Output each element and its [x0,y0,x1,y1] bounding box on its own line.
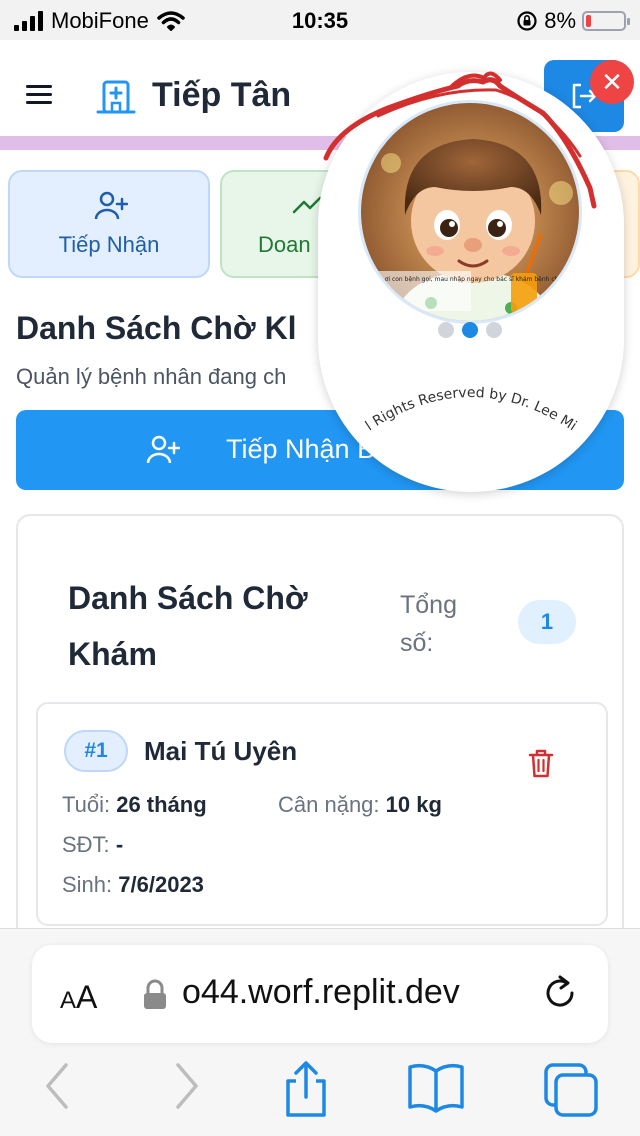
patient-card[interactable]: #1 Mai Tú Uyên Tuổi: 26 tháng Cân nặng: … [36,702,608,926]
weight-label: Cân nặng: [278,792,380,817]
trash-icon[interactable] [528,748,554,778]
card-title: Danh Sách Chờ Khám [68,580,308,672]
total-label: Tổng số: [400,591,457,657]
age-label: Tuổi: [62,792,111,817]
cartoon-boy-illustration: Bé ơi con bệnh gọi, mau nhập ngay cho bá… [361,103,579,321]
lock-icon [144,979,166,1009]
close-overlay-button[interactable]: ✕ [590,60,634,104]
queue-number-badge: #1 [64,730,128,772]
carousel-dots [438,322,502,338]
url-text: o44.worf.replit.dev [182,973,460,1011]
bookmarks-icon[interactable] [406,1061,466,1113]
orientation-lock-icon [517,11,537,31]
svg-text:l Rights Reserved by Dr. Lee M: l Rights Reserved by Dr. Lee Mi [363,385,580,434]
patient-phone: - [115,832,124,857]
page-subtitle: Quản lý bệnh nhân đang ch [16,364,287,389]
copyright-text: l Rights Reserved by Dr. Lee Mi [363,385,580,434]
safari-browser-bar: AA o44.worf.replit.dev [0,928,640,1136]
hamburger-menu-icon[interactable] [26,85,52,105]
app-title: Tiếp Tân [152,76,292,114]
page-title: Danh Sách Chờ Kl [16,310,297,346]
status-bar: MobiFone 10:35 8% [0,0,640,40]
patient-dob: 7/6/2023 [118,872,204,897]
tile-label: Tiếp Nhận [58,232,160,257]
patient-age-row: Tuổi: 26 tháng [62,792,207,818]
battery-icon [582,11,630,31]
reload-icon[interactable] [540,973,580,1013]
carousel-dot[interactable] [438,322,454,338]
carousel-dot[interactable] [486,322,502,338]
dob-label: Sinh: [62,872,113,897]
patient-dob-row: Sinh: 7/6/2023 [62,872,204,898]
patient-weight: 10 kg [385,792,442,817]
tile-tiep-nhan[interactable]: Tiếp Nhận [8,170,210,278]
phone-label: SĐT: [62,832,110,857]
battery-percent: 8% [544,8,576,33]
cartoon-boy-image: Bé ơi con bệnh gọi, mau nhập ngay cho bá… [358,100,582,324]
copyright-curved-text: l Rights Reserved by Dr. Lee Mi [363,385,580,434]
image-caption: Bé ơi con bệnh gọi, mau nhập ngay cho bá… [375,276,575,283]
trend-up-icon [292,196,322,214]
waiting-list-card: Danh Sách Chờ Khám Tổng số: 1 #1 Mai Tú … [16,514,624,954]
carousel-dot-active[interactable] [462,322,478,338]
status-right: 8% [516,8,630,34]
doctor-promo-overlay[interactable]: Bé ơi con bệnh gọi, mau nhập ngay cho bá… [318,72,624,492]
add-user-icon [94,191,128,220]
hospital-icon [96,80,136,114]
forward-icon[interactable] [172,1061,202,1111]
address-bar[interactable]: AA o44.worf.replit.dev [32,945,608,1043]
patient-phone-row: SĐT: - [62,832,123,858]
add-user-icon [146,435,180,464]
text-size-button[interactable]: AA [60,979,97,1016]
tabs-icon[interactable] [542,1061,602,1117]
patient-name: Mai Tú Uyên [144,736,298,766]
patient-age: 26 tháng [116,792,207,817]
total-count-badge: 1 [518,600,576,644]
share-icon[interactable] [282,1061,330,1117]
back-icon[interactable] [42,1061,72,1111]
patient-weight-row: Cân nặng: 10 kg [278,792,442,818]
